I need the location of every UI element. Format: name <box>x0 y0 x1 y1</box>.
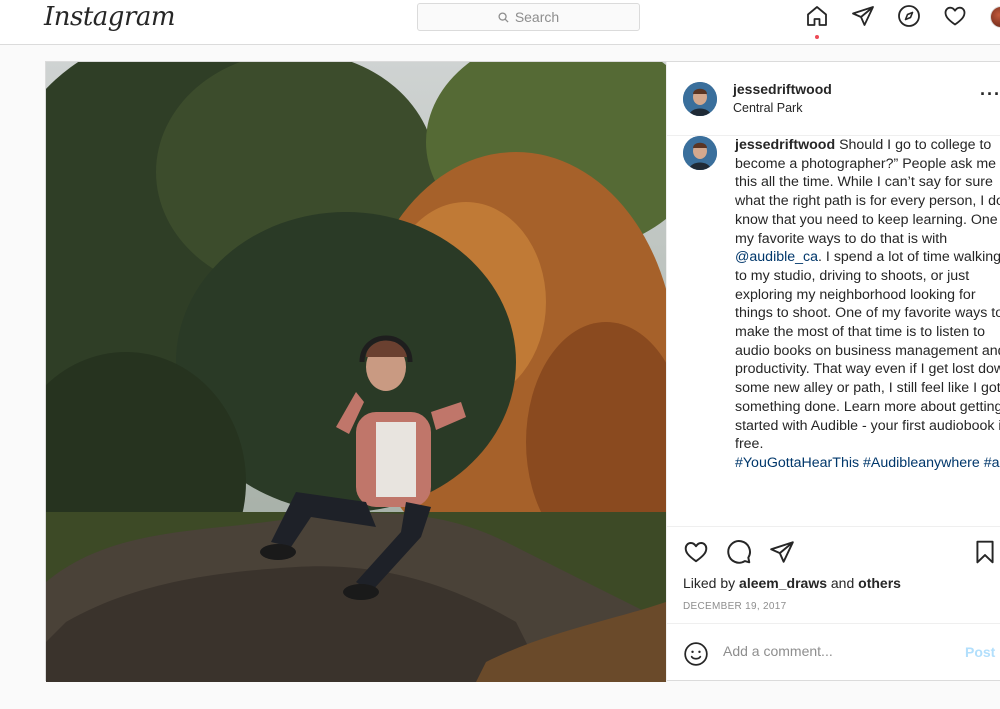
explore-button[interactable] <box>897 4 921 28</box>
post-caption: jessedriftwood Should I go to college to… <box>735 136 1000 473</box>
caption-text-2: . I spend a lot of time walking to my st… <box>735 249 1000 453</box>
avatar-portrait <box>683 82 717 116</box>
author-avatar[interactable] <box>683 82 717 116</box>
direct-button[interactable] <box>851 4 875 28</box>
bookmark-icon <box>976 540 994 564</box>
caption-mention-link[interactable]: @audible_ca <box>735 249 818 265</box>
likes-conjunction: and <box>827 575 859 591</box>
instagram-logo[interactable]: Instagram <box>44 2 176 32</box>
notification-dot <box>815 35 819 39</box>
activity-heart-icon <box>944 6 966 26</box>
search-box[interactable]: Search <box>417 3 640 31</box>
likes-others-link[interactable]: others <box>858 575 901 591</box>
caption-hashtags[interactable]: #YouGottaHearThis #Audibleanywhere #ad <box>735 455 1000 471</box>
comment-bubble-icon[interactable] <box>726 539 752 565</box>
caption-text-1: Should I go to college to become a photo… <box>735 137 1000 247</box>
author-username[interactable]: jessedriftwood <box>733 81 832 97</box>
save-button[interactable] <box>972 539 998 570</box>
likes-prefix: Liked by <box>683 575 740 591</box>
post-header: jessedriftwood Central Park ··· <box>667 62 1000 136</box>
search-placeholder: Search <box>514 9 560 25</box>
emoji-icon[interactable] <box>683 641 709 667</box>
comment-bar: Post <box>667 623 1000 682</box>
explore-icon <box>898 5 920 27</box>
caption-author-avatar[interactable] <box>683 136 717 170</box>
post-date[interactable]: December 19, 2017 <box>683 601 786 612</box>
direct-icon <box>852 6 874 26</box>
liker-username[interactable]: aleem_draws <box>739 575 827 591</box>
like-heart-icon[interactable] <box>683 539 709 565</box>
profile-avatar[interactable] <box>990 6 1000 28</box>
likes-summary: Liked by aleem_draws and others <box>683 575 901 591</box>
top-navigation-bar: Instagram Search <box>0 0 1000 45</box>
park-photo-illustration <box>46 62 666 682</box>
post-card: jessedriftwood Central Park ··· jessedri… <box>45 61 1000 682</box>
post-comment-button[interactable]: Post <box>965 644 995 660</box>
home-button[interactable] <box>805 4 829 39</box>
avatar-portrait <box>683 136 717 170</box>
post-photo[interactable] <box>46 62 666 682</box>
activity-button[interactable] <box>943 4 967 28</box>
post-actions: Liked by aleem_draws and others December… <box>667 526 1000 623</box>
caption-username[interactable]: jessedriftwood <box>735 137 835 153</box>
caption-area: jessedriftwood Should I go to college to… <box>667 136 1000 526</box>
comment-input[interactable] <box>723 643 943 659</box>
search-icon <box>498 11 509 23</box>
share-icon[interactable] <box>769 539 795 565</box>
more-options-button[interactable]: ··· <box>980 84 1000 105</box>
home-icon <box>807 6 827 26</box>
post-sidebar: jessedriftwood Central Park ··· jessedri… <box>666 62 1000 682</box>
post-location[interactable]: Central Park <box>733 101 802 115</box>
